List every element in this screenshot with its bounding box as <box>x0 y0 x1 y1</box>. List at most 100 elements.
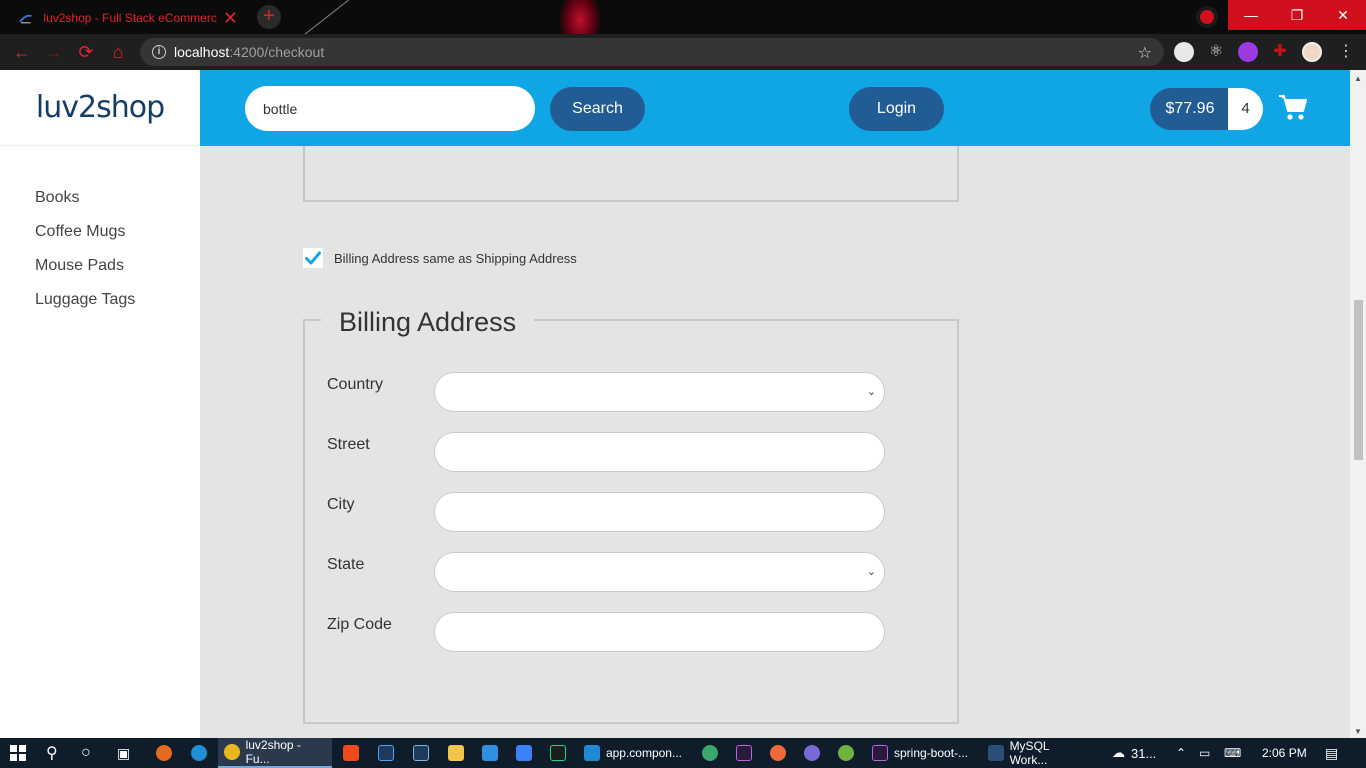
spring-icon[interactable] <box>838 738 854 768</box>
extension-puzzle-icon[interactable]: ✚ <box>1270 42 1290 62</box>
billing-address-fieldset: Billing Address Country ⌄ Street City St… <box>303 307 959 724</box>
weather-widget[interactable]: ☁ 31... <box>1112 738 1156 768</box>
minimize-button[interactable]: — <box>1228 0 1274 30</box>
scroll-down-icon[interactable]: ▼ <box>1354 727 1362 736</box>
mail-icon[interactable] <box>482 738 498 768</box>
state-label: State <box>327 556 365 573</box>
file-explorer-icon[interactable] <box>448 738 464 768</box>
angular-favicon-icon <box>19 14 32 24</box>
browser-menu-icon[interactable]: ⋮ <box>1336 42 1356 62</box>
site-header: Search Login $77.96 4 <box>200 70 1350 146</box>
sidebar-item-mouse-pads[interactable]: Mouse Pads <box>35 256 135 290</box>
taskbar-app-label: app.compon... <box>605 746 682 760</box>
extension-page-icon[interactable] <box>1174 42 1194 62</box>
street-row: Street <box>327 432 887 472</box>
billing-same-checkbox-row[interactable]: Billing Address same as Shipping Address <box>303 248 577 268</box>
wallpaper-glow <box>560 0 600 34</box>
lightroom-icon[interactable] <box>413 738 429 768</box>
bookmark-star-icon[interactable]: ☆ <box>1138 43 1152 63</box>
chrome-icon <box>224 744 240 760</box>
task-view-icon[interactable]: ▣ <box>117 738 130 768</box>
taskbar-app-label: luv2shop - Fu... <box>245 738 301 766</box>
url-path: :4200/checkout <box>229 44 325 60</box>
reload-icon[interactable]: ⟳ <box>76 42 96 62</box>
battery-icon[interactable]: ▭ <box>1199 738 1210 768</box>
city-input[interactable] <box>434 492 885 532</box>
new-tab-button[interactable]: + <box>257 5 281 29</box>
tab-close-icon[interactable]: ✕ <box>223 9 238 27</box>
extension-react-icon[interactable]: ⚛ <box>1206 42 1226 62</box>
keyboard-icon[interactable]: ⌨ <box>1224 738 1241 768</box>
taskbar-app-mysql[interactable]: MySQL Work... <box>982 738 1094 768</box>
scroll-up-icon[interactable]: ▲ <box>1354 74 1362 83</box>
taskbar-app-chrome[interactable]: luv2shop - Fu... <box>218 738 332 768</box>
checkmark-icon <box>305 251 321 265</box>
page-scrollbar[interactable]: ▲ ▼ <box>1350 70 1366 740</box>
sidebar-item-luggage-tags[interactable]: Luggage Tags <box>35 290 135 324</box>
taskbar-app-intellij[interactable]: spring-boot-... <box>866 738 976 768</box>
app-green-icon[interactable] <box>702 738 718 768</box>
taskbar-app-vscode[interactable]: app.compon... <box>578 738 688 768</box>
notifications-icon[interactable]: ▤ <box>1325 738 1338 768</box>
cart-total[interactable]: $77.96 <box>1150 88 1230 130</box>
close-window-button[interactable]: ✕ <box>1320 0 1366 30</box>
back-arrow-icon[interactable]: ← <box>12 42 32 62</box>
billing-address-legend: Billing Address <box>321 307 535 338</box>
app-stripes-icon[interactable] <box>804 738 820 768</box>
profile-avatar[interactable] <box>1302 42 1322 62</box>
extension-purple-icon[interactable] <box>1238 42 1258 62</box>
extension-record-icon[interactable] <box>1196 6 1218 28</box>
search-input[interactable] <box>245 86 535 131</box>
sidebar-item-coffee-mugs[interactable]: Coffee Mugs <box>35 222 135 256</box>
site-info-icon[interactable]: i <box>152 45 166 59</box>
terminal-icon[interactable] <box>736 738 752 768</box>
maximize-button[interactable]: ❐ <box>1274 0 1320 30</box>
browser-toolbar: ← → ⟳ ⌂ i localhost:4200/checkout ☆ <box>0 34 1366 70</box>
state-select[interactable]: ⌄ <box>434 552 885 592</box>
postman-icon[interactable] <box>770 738 786 768</box>
shipping-address-fieldset <box>303 146 959 202</box>
logo-text: luv2shop <box>35 90 165 125</box>
firefox-icon[interactable] <box>156 738 172 768</box>
windows-start-icon[interactable] <box>10 738 26 768</box>
browser-tab-bar: luv2shop - Full Stack eCommerce ✕ + — ❐ … <box>0 0 1366 34</box>
page-viewport: luv2shop Books Coffee Mugs Mouse Pads Lu… <box>0 70 1350 740</box>
forward-arrow-icon[interactable]: → <box>44 42 64 62</box>
search-button[interactable]: Search <box>550 87 645 131</box>
edge-icon[interactable] <box>191 738 207 768</box>
country-select[interactable]: ⌄ <box>434 372 885 412</box>
sidebar: luv2shop Books Coffee Mugs Mouse Pads Lu… <box>0 70 200 740</box>
zip-code-input[interactable] <box>434 612 885 652</box>
cortana-icon[interactable]: ○ <box>81 738 91 768</box>
tray-chevron-up-icon[interactable]: ⌃ <box>1176 738 1186 768</box>
clock[interactable]: 2:06 PM <box>1262 738 1307 768</box>
address-bar[interactable]: i localhost:4200/checkout ☆ <box>140 38 1164 66</box>
sidebar-item-books[interactable]: Books <box>35 188 135 222</box>
search-icon[interactable]: ⚲ <box>46 738 58 768</box>
street-input[interactable] <box>434 432 885 472</box>
mysql-workbench-icon <box>988 745 1004 761</box>
dropbox-icon[interactable] <box>516 738 532 768</box>
state-row: State ⌄ <box>327 552 887 592</box>
weather-text: 31... <box>1131 745 1157 761</box>
brand-logo[interactable]: luv2shop <box>0 70 200 146</box>
cart-count[interactable]: 4 <box>1228 88 1263 130</box>
browser-tab[interactable]: luv2shop - Full Stack eCommerce ✕ <box>8 2 248 34</box>
home-icon[interactable]: ⌂ <box>108 42 128 62</box>
login-button[interactable]: Login <box>849 87 944 131</box>
wallpaper-streak <box>301 0 349 34</box>
country-label: Country <box>327 376 384 393</box>
zip-code-row: Zip Code <box>327 612 887 652</box>
zip-code-label: Zip Code <box>327 616 392 633</box>
city-row: City <box>327 492 887 532</box>
billing-same-checkbox[interactable] <box>303 248 323 268</box>
pycharm-icon[interactable] <box>550 738 566 768</box>
taskbar-app-label: MySQL Work... <box>1009 739 1050 767</box>
photoshop-icon[interactable] <box>378 738 394 768</box>
street-label: Street <box>327 436 370 453</box>
scrollbar-thumb[interactable] <box>1354 300 1363 460</box>
brave-icon[interactable] <box>343 738 359 768</box>
category-menu: Books Coffee Mugs Mouse Pads Luggage Tag… <box>35 188 135 324</box>
vscode-icon <box>584 745 600 761</box>
shopping-cart-icon[interactable] <box>1278 93 1308 121</box>
